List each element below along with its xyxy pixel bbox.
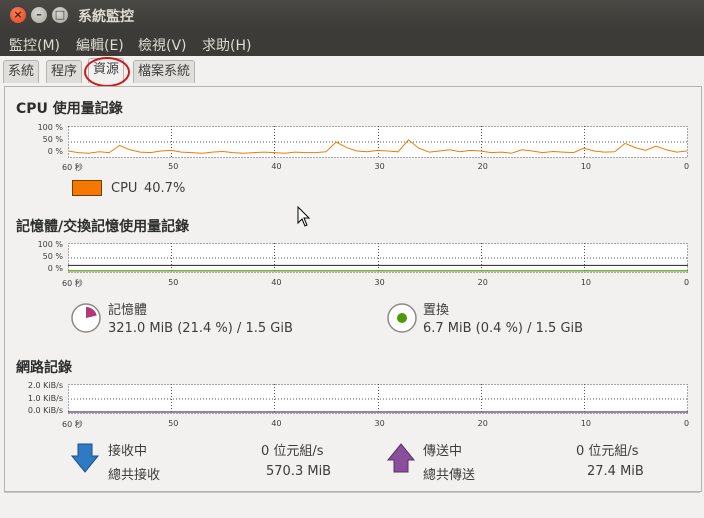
x-tick-label: 10 (580, 162, 592, 171)
cpu-legend-label: CPU (111, 181, 138, 196)
x-tick-label: 60 秒 (62, 279, 83, 288)
x-tick-label: 60 秒 (62, 163, 83, 172)
cpu-history-chart (68, 126, 688, 158)
x-tick-label: 20 (477, 278, 488, 287)
x-tick-label: 40 (271, 162, 282, 171)
x-tick-label: 60 秒 (62, 420, 83, 429)
sending-rate: 0 位元組/s (576, 444, 639, 459)
menu-edit[interactable]: 編輯(E) (76, 35, 124, 55)
net-ytick-1: 1.0 KiB/s (27, 394, 63, 403)
mem-ytick-100: 100 % (37, 240, 63, 249)
x-tick-label: 30 (374, 278, 385, 287)
x-tick-label: 20 (477, 162, 488, 171)
network-section-title: 網路記錄 (16, 360, 72, 376)
cpu-legend-value: 40.7% (144, 181, 186, 196)
net-ytick-0: 0.0 KiB/s (27, 406, 63, 415)
swap-pie-icon[interactable] (386, 302, 418, 334)
x-tick-label: 50 (168, 419, 179, 428)
network-history-chart (68, 384, 688, 414)
x-tick-label: 0 (684, 278, 690, 287)
menu-view[interactable]: 檢視(V) (138, 35, 187, 55)
total-received-label: 總共接收 (108, 468, 161, 483)
tab-system[interactable]: 系統 (3, 60, 40, 83)
x-tick-label: 40 (271, 419, 282, 428)
x-tick-label: 50 (168, 278, 179, 287)
swap-label: 置換 (423, 303, 450, 318)
upload-arrow-icon[interactable] (386, 442, 416, 474)
total-sent-value: 27.4 MiB (587, 464, 644, 479)
memory-history-chart (68, 243, 688, 273)
x-tick-label: 0 (684, 162, 690, 171)
x-tick-label: 0 (684, 419, 690, 428)
highlight-annotation (84, 57, 130, 87)
mem-ytick-0: 0 % (47, 264, 63, 273)
status-bar (4, 492, 700, 513)
close-window-button[interactable]: × (10, 7, 26, 23)
x-tick-label: 10 (580, 419, 592, 428)
menu-help[interactable]: 求助(H) (202, 35, 251, 55)
cpu-ytick-50: 50 % (42, 135, 63, 144)
mem-ytick-50: 50 % (42, 252, 63, 261)
total-sent-label: 總共傳送 (423, 468, 476, 483)
memory-value: 321.0 MiB (21.4 %) / 1.5 GiB (108, 321, 293, 336)
tab-processes[interactable]: 程序 (46, 60, 83, 83)
swap-value: 6.7 MiB (0.4 %) / 1.5 GiB (423, 321, 584, 336)
memory-pie-icon[interactable] (70, 302, 102, 334)
maximize-window-button[interactable]: □ (52, 7, 68, 23)
cpu-ytick-100: 100 % (37, 123, 63, 132)
minimize-window-button[interactable]: – (31, 7, 47, 23)
cpu-ytick-0: 0 % (47, 147, 63, 156)
net-ytick-2: 2.0 KiB/s (27, 381, 63, 390)
x-tick-label: 30 (374, 162, 385, 171)
memory-label: 記憶體 (108, 303, 148, 318)
memory-section-title: 記憶體/交換記憶使用量記錄 (16, 219, 190, 235)
cpu-section-title: CPU 使用量記錄 (16, 101, 123, 117)
mouse-cursor-icon (297, 206, 311, 227)
x-tick-label: 10 (580, 278, 592, 287)
x-tick-label: 20 (477, 419, 488, 428)
window-title: 系統監控 (78, 9, 134, 25)
menu-monitor[interactable]: 監控(M) (9, 35, 60, 55)
receiving-rate: 0 位元組/s (261, 444, 324, 459)
total-received-value: 570.3 MiB (266, 464, 332, 479)
title-bar: × – □ 系統監控 (0, 0, 704, 30)
x-tick-label: 40 (271, 278, 282, 287)
receiving-label: 接收中 (108, 444, 148, 459)
cpu-color-swatch[interactable] (72, 180, 102, 196)
sending-label: 傳送中 (423, 444, 463, 459)
x-tick-label: 30 (374, 419, 385, 428)
tab-file-systems[interactable]: 檔案系統 (133, 60, 196, 83)
menu-bar: 監控(M) 編輯(E) 檢視(V) 求助(H) (0, 30, 704, 56)
x-tick-label: 50 (168, 162, 179, 171)
download-arrow-icon[interactable] (70, 442, 100, 474)
